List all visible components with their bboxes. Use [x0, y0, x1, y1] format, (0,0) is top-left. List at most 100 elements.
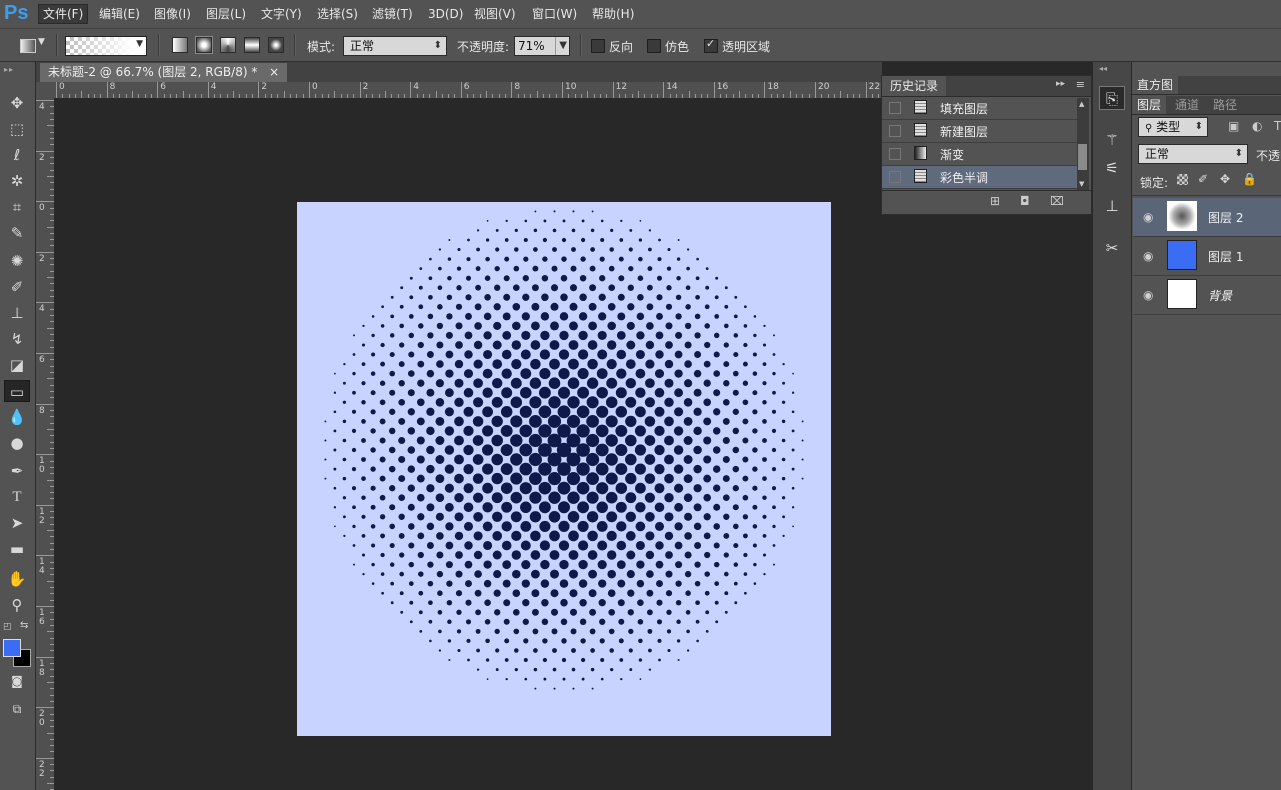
image-filter-icon[interactable]: ▣: [1228, 119, 1239, 133]
clone-stamp-tool-icon[interactable]: ⊥: [4, 302, 30, 324]
layer-thumbnail[interactable]: [1167, 240, 1197, 270]
lock-transparent-icon[interactable]: [1177, 174, 1188, 185]
default-colors-icon[interactable]: ◰: [3, 622, 12, 632]
scroll-thumb[interactable]: [1078, 144, 1087, 170]
history-snapshot-checkbox[interactable]: [889, 171, 901, 183]
history-snapshot-checkbox[interactable]: [889, 125, 901, 137]
brush-presets-icon[interactable]: ⚚: [1099, 128, 1125, 152]
type-tool-icon[interactable]: T: [4, 486, 30, 508]
dodge-tool-icon[interactable]: ●: [4, 432, 30, 454]
lock-pixels-icon[interactable]: ✐: [1198, 172, 1208, 186]
menu-item[interactable]: 文字(Y): [257, 5, 306, 23]
history-item[interactable]: 新建图层: [882, 120, 1078, 143]
scroll-down-icon[interactable]: ▼: [1079, 180, 1084, 188]
lock-all-icon[interactable]: 🔒: [1242, 172, 1257, 186]
dither-checkbox[interactable]: [647, 39, 661, 53]
adjustments-icon[interactable]: ⚟: [1099, 156, 1125, 180]
tab-layers[interactable]: 图层: [1132, 96, 1167, 114]
menu-item[interactable]: 图层(L): [202, 5, 250, 23]
menu-item[interactable]: 图像(I): [150, 5, 195, 23]
reverse-checkbox[interactable]: [591, 39, 605, 53]
tool-presets-icon[interactable]: ✂: [1099, 236, 1125, 260]
tab-history[interactable]: 历史记录: [882, 76, 947, 96]
scroll-up-icon[interactable]: ▲: [1079, 100, 1084, 108]
panel-collapse-icon[interactable]: ▸▸: [1056, 79, 1065, 89]
pen-tool-icon[interactable]: ✒: [4, 460, 30, 482]
tool-preset-picker[interactable]: ▼: [16, 37, 46, 55]
blend-mode-select[interactable]: 正常 ⬍: [1138, 144, 1248, 164]
radial-gradient-button[interactable]: [195, 36, 213, 54]
layer-row[interactable]: ◉ 图层 1: [1133, 237, 1281, 276]
layer-thumbnail[interactable]: [1167, 279, 1197, 309]
tab-histogram[interactable]: 直方图: [1132, 76, 1179, 94]
history-panel-icon[interactable]: ⎘: [1099, 86, 1125, 110]
path-selection-tool-icon[interactable]: ➤: [4, 512, 30, 534]
eye-icon[interactable]: ◉: [1143, 288, 1153, 302]
history-snapshot-checkbox[interactable]: [889, 148, 901, 160]
hand-tool-icon[interactable]: ✋: [4, 568, 30, 590]
history-item[interactable]: 填充图层: [882, 97, 1078, 120]
menu-item[interactable]: 编辑(E): [95, 5, 144, 23]
swap-colors-icon[interactable]: ⇆: [20, 620, 28, 631]
layer-row[interactable]: ◉ 图层 2: [1133, 198, 1281, 237]
history-item[interactable]: 彩色半调: [882, 166, 1078, 189]
mode-select[interactable]: 正常 ⬍: [343, 36, 447, 56]
screen-mode-icon[interactable]: ⧉: [4, 698, 30, 720]
clone-source-icon[interactable]: ⊥: [1099, 194, 1125, 218]
quick-mask-icon[interactable]: ◙: [4, 670, 30, 692]
type-filter-icon[interactable]: T: [1274, 119, 1281, 133]
transparency-checkbox[interactable]: [704, 37, 718, 53]
rectangle-tool-icon[interactable]: ▬: [4, 538, 30, 560]
trash-icon[interactable]: ⌧: [1050, 194, 1064, 208]
angle-gradient-button[interactable]: [220, 37, 236, 53]
gradient-tool-icon[interactable]: ▭: [4, 380, 30, 402]
history-item[interactable]: 渐变: [882, 143, 1078, 166]
new-document-icon[interactable]: ⊞: [990, 194, 1000, 208]
eraser-tool-icon[interactable]: ◪: [4, 354, 30, 376]
menu-item[interactable]: 文件(F): [38, 4, 89, 24]
menu-item[interactable]: 滤镜(T): [368, 5, 417, 23]
vertical-ruler[interactable]: 420246810121416182022: [36, 98, 55, 790]
menu-item[interactable]: 帮助(H): [588, 5, 638, 23]
tab-paths[interactable]: 路径: [1208, 96, 1242, 114]
menu-item[interactable]: 3D(D): [424, 5, 467, 23]
eyedropper-tool-icon[interactable]: ✎: [4, 222, 30, 244]
close-icon[interactable]: ×: [269, 65, 279, 79]
marquee-tool-icon[interactable]: ⬚: [4, 118, 30, 140]
panel-collapse-icon[interactable]: ◂◂: [1099, 64, 1107, 73]
history-brush-tool-icon[interactable]: ↯: [4, 328, 30, 350]
healing-brush-tool-icon[interactable]: ✺: [4, 250, 30, 272]
history-snapshot-checkbox[interactable]: [889, 102, 901, 114]
zoom-tool-icon[interactable]: ⚲: [4, 594, 30, 616]
foreground-color-swatch[interactable]: [3, 639, 21, 657]
eye-icon[interactable]: ◉: [1143, 249, 1153, 263]
ruler-origin[interactable]: [36, 82, 54, 98]
lock-position-icon[interactable]: ✥: [1220, 172, 1230, 186]
camera-icon[interactable]: ◘: [1020, 194, 1030, 208]
brush-tool-icon[interactable]: ✐: [4, 276, 30, 298]
move-tool-icon[interactable]: ✥: [4, 92, 30, 114]
blur-tool-icon[interactable]: 💧: [4, 406, 30, 428]
layer-filter-select[interactable]: ⚲ 类型 ⬍: [1138, 117, 1208, 137]
linear-gradient-button[interactable]: [172, 37, 188, 53]
menu-item[interactable]: 窗口(W): [528, 5, 581, 23]
crop-tool-icon[interactable]: ⌗: [4, 196, 30, 218]
menu-item[interactable]: 视图(V): [470, 5, 520, 23]
document-tab[interactable]: 未标题-2 @ 66.7% (图层 2, RGB/8) * ×: [40, 63, 288, 82]
layer-row[interactable]: ◉ 背景: [1133, 276, 1281, 315]
magic-wand-tool-icon[interactable]: ✲: [4, 170, 30, 192]
gradient-picker[interactable]: ▼: [65, 36, 147, 56]
menu-item[interactable]: 选择(S): [313, 5, 362, 23]
horizontal-ruler[interactable]: 0 8 6 4 2 0 2 4 6 8 10 12 14 16 18 20 22: [54, 82, 882, 99]
tab-channels[interactable]: 通道: [1170, 96, 1204, 114]
panel-collapse-icon[interactable]: ▸▸: [4, 65, 14, 74]
document-canvas[interactable]: [297, 202, 831, 736]
diamond-gradient-button[interactable]: [268, 37, 284, 53]
panel-menu-icon[interactable]: ≡: [1076, 78, 1085, 91]
lasso-tool-icon[interactable]: ℓ: [4, 144, 30, 166]
reflected-gradient-button[interactable]: [244, 37, 260, 53]
history-scrollbar[interactable]: ▲ ▼: [1077, 98, 1089, 190]
layer-thumbnail[interactable]: [1167, 201, 1197, 231]
opacity-input[interactable]: 71% ▼: [514, 36, 570, 56]
adjustment-filter-icon[interactable]: ◐: [1252, 119, 1262, 133]
